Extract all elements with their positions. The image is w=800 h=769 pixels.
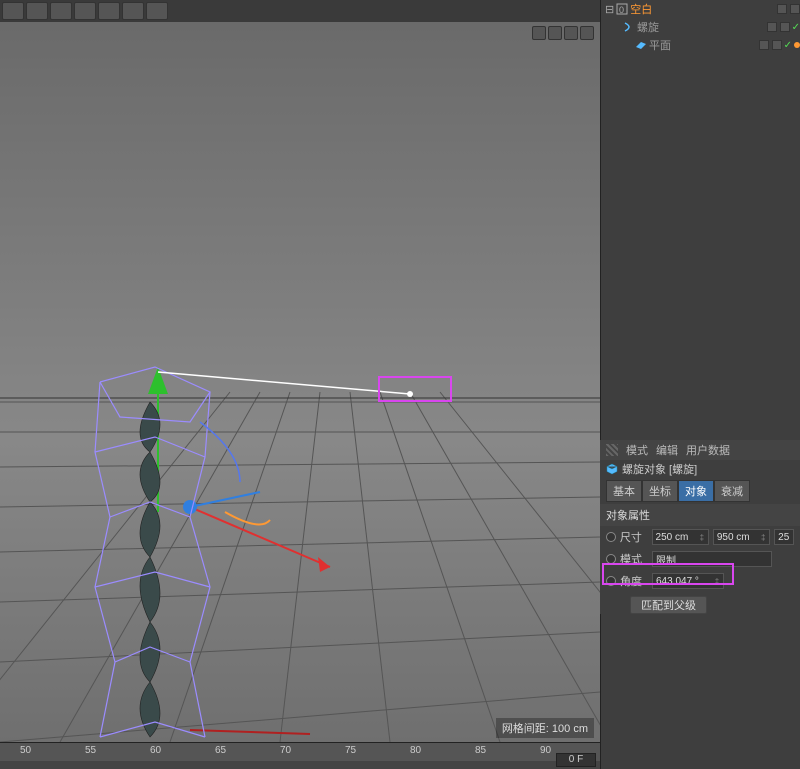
size-label: 尺寸 (620, 529, 648, 545)
toolbar-button[interactable] (122, 2, 144, 20)
timeline[interactable]: 50 55 60 65 70 75 80 85 90 0 F (0, 742, 600, 769)
timeline-tick: 90 (540, 745, 551, 756)
plane-icon (635, 39, 647, 51)
toolbar-button[interactable] (26, 2, 48, 20)
timeline-ruler[interactable]: 50 55 60 65 70 75 80 85 90 (0, 743, 600, 761)
scene-objects (0, 22, 600, 742)
object-row-helix[interactable]: 螺旋 ✓ (601, 18, 800, 36)
timeline-tick: 65 (215, 745, 226, 756)
toolbar-button[interactable] (50, 2, 72, 20)
helix-icon (623, 21, 635, 33)
viewport-3d[interactable]: 网格间距: 100 cm (0, 22, 600, 742)
tab-falloff[interactable]: 衰减 (714, 480, 750, 502)
tab-object[interactable]: 对象 (678, 480, 714, 502)
timeline-tick: 60 (150, 745, 161, 756)
object-label: 螺旋 (637, 19, 764, 35)
timeline-tick: 50 (20, 745, 31, 756)
toolbar-button[interactable] (98, 2, 120, 20)
current-frame-input[interactable]: 0 F (556, 753, 596, 767)
timeline-tick: 80 (410, 745, 421, 756)
annotation-highlight (602, 563, 734, 585)
menu-userdata[interactable]: 用户数据 (686, 442, 730, 458)
tab-coord[interactable]: 坐标 (642, 480, 678, 502)
object-tag[interactable] (790, 4, 800, 14)
size-y-input[interactable]: 950 cm‡ (713, 529, 770, 545)
timeline-tick: 85 (475, 745, 486, 756)
attr-menu-bar: 模式 编辑 用户数据 (600, 440, 800, 460)
annotation-highlight (378, 376, 452, 402)
cube-icon (606, 463, 618, 475)
attr-tabs: 基本 坐标 对象 衰减 (600, 478, 800, 504)
object-tag[interactable] (780, 22, 790, 32)
tab-basic[interactable]: 基本 (606, 480, 642, 502)
grip-icon[interactable] (606, 444, 618, 456)
menu-edit[interactable]: 编辑 (656, 442, 678, 458)
attribute-manager: 模式 编辑 用户数据 螺旋对象 [螺旋] 基本 坐标 对象 衰减 对象属性 尺寸… (600, 440, 800, 614)
check-icon[interactable]: ✓ (792, 22, 800, 33)
fit-to-parent-button[interactable]: 匹配到父级 (630, 596, 707, 614)
size-x-input[interactable]: 250 cm‡ (652, 529, 709, 545)
object-row-null[interactable]: ⊟ 0 空白 (601, 0, 800, 18)
toolbar-button[interactable] (2, 2, 24, 20)
object-tag[interactable] (777, 4, 787, 14)
object-tag[interactable] (759, 40, 769, 50)
attr-title-text: 螺旋对象 [螺旋] (622, 461, 697, 477)
object-tag[interactable] (767, 22, 777, 32)
timeline-tick: 75 (345, 745, 356, 756)
null-icon: 0 (616, 3, 628, 15)
timeline-tick: 70 (280, 745, 291, 756)
object-row-plane[interactable]: 平面 ✓ (601, 36, 800, 54)
timeline-tick: 55 (85, 745, 96, 756)
attr-section-header: 对象属性 (600, 504, 800, 526)
check-icon[interactable]: ✓ (784, 40, 792, 51)
right-panel: ⊟ 0 空白 螺旋 ✓ 平面 ✓ (600, 0, 800, 769)
menu-mode[interactable]: 模式 (626, 442, 648, 458)
object-label: 空白 (630, 1, 774, 17)
toolbar-button[interactable] (146, 2, 168, 20)
attr-title: 螺旋对象 [螺旋] (600, 460, 800, 478)
object-label: 平面 (649, 37, 756, 53)
svg-text:0: 0 (619, 5, 624, 15)
anim-dot-icon[interactable] (606, 532, 616, 542)
viewport-status: 网格间距: 100 cm (496, 718, 594, 738)
object-manager[interactable]: ⊟ 0 空白 螺旋 ✓ 平面 ✓ (601, 0, 800, 54)
object-tag[interactable] (772, 40, 782, 50)
toolbar-button[interactable] (74, 2, 96, 20)
size-z-input[interactable]: 25 (774, 529, 794, 545)
tag-dot-icon[interactable] (794, 42, 800, 48)
attr-row-size: 尺寸 250 cm‡ 950 cm‡ 25 (600, 526, 800, 548)
top-toolbar (0, 0, 600, 22)
